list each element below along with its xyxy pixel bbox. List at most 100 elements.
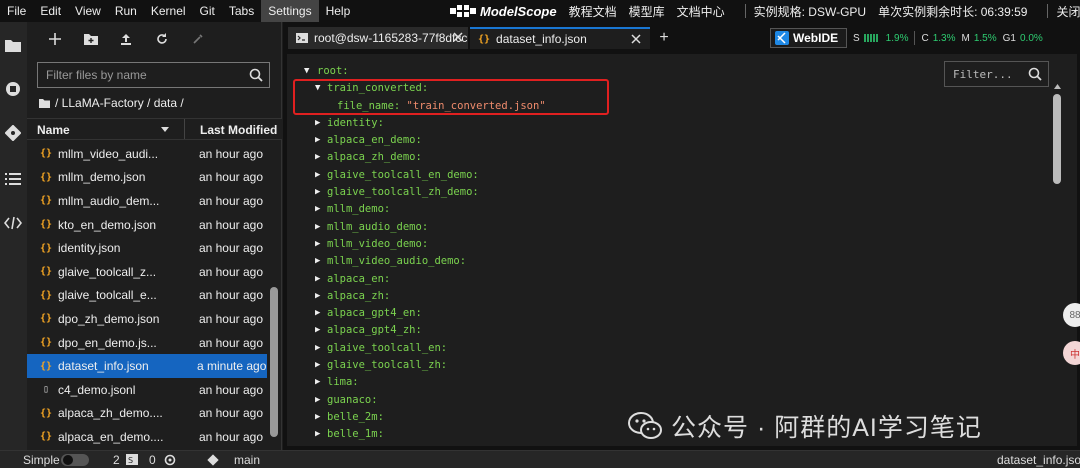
collapse-arrow-icon[interactable]: ▶ — [315, 409, 325, 426]
float-lang-button[interactable]: 中 — [1063, 341, 1080, 365]
running-icon[interactable] — [4, 80, 22, 98]
folder-icon[interactable] — [39, 98, 50, 108]
sort-down-icon[interactable] — [160, 124, 170, 134]
collapse-arrow-icon[interactable]: ▶ — [315, 115, 325, 132]
menu-tabs[interactable]: Tabs — [222, 0, 261, 22]
collapse-arrow-icon[interactable]: ▶ — [315, 253, 325, 270]
modelscope-logo[interactable]: ModelScope — [450, 4, 557, 19]
close-icon[interactable] — [452, 31, 464, 46]
breadcrumb-path[interactable]: / LLaMA-Factory / data / — [55, 96, 184, 110]
collapse-arrow-icon[interactable]: ▶ — [315, 184, 325, 201]
metric-c-value: 1.3% — [932, 32, 956, 44]
upload-icon[interactable] — [117, 30, 135, 48]
file-row[interactable]: {} kto_en_demo.json an hour ago — [27, 213, 267, 237]
file-row[interactable]: {} identity.json an hour ago — [27, 236, 267, 260]
tab-terminal[interactable]: root@dsw-1165283-77f8dfcc — [288, 27, 468, 49]
scroll-up-icon[interactable] — [1054, 83, 1061, 90]
menu-file[interactable]: File — [0, 0, 33, 22]
file-name: kto_en_demo.json — [58, 217, 157, 232]
file-list-scrollbar[interactable] — [270, 142, 278, 442]
file-modified: an hour ago — [198, 217, 263, 232]
git-branch-name[interactable]: main — [234, 453, 260, 467]
tab-dataset-info[interactable]: {} dataset_info.json — [470, 27, 650, 49]
file-filter-input[interactable] — [38, 63, 238, 87]
file-row[interactable]: {} mllm_demo.json an hour ago — [27, 166, 267, 190]
kernel-count[interactable]: 2 — [113, 453, 120, 467]
menu-edit[interactable]: Edit — [33, 0, 68, 22]
json-filter-box — [944, 61, 1049, 87]
collapse-arrow-icon[interactable]: ▶ — [315, 426, 325, 443]
column-modified-header[interactable]: Last Modified — [200, 123, 277, 137]
search-icon[interactable] — [249, 68, 263, 82]
menu-run[interactable]: Run — [108, 0, 144, 22]
file-row[interactable]: {} glaive_toolcall_e... an hour ago — [27, 284, 267, 308]
collapse-arrow-icon[interactable]: ▶ — [315, 392, 325, 409]
terminal-count[interactable]: 0 — [149, 453, 156, 467]
code-icon[interactable] — [4, 214, 22, 232]
refresh-icon[interactable] — [153, 30, 171, 48]
menu-help[interactable]: Help — [319, 0, 358, 22]
new-launcher-icon[interactable] — [46, 30, 64, 48]
collapse-arrow-icon[interactable]: ▶ — [315, 288, 325, 305]
expand-arrow-icon[interactable]: ▼ — [304, 63, 314, 80]
file-row[interactable]: ▯ c4_demo.jsonl an hour ago — [27, 378, 267, 402]
json-key: mllm_audio_demo: — [327, 220, 429, 233]
file-row[interactable]: {} dpo_en_demo.js... an hour ago — [27, 331, 267, 355]
collapse-arrow-icon[interactable]: ▶ — [315, 374, 325, 391]
json-key: glaive_toolcall_en_demo: — [327, 168, 479, 181]
file-row[interactable]: {} dpo_zh_demo.json an hour ago — [27, 307, 267, 331]
file-row[interactable]: {} glaive_toolcall_z... an hour ago — [27, 260, 267, 284]
menu-git[interactable]: Git — [193, 0, 222, 22]
simple-mode-label: Simple — [23, 453, 60, 467]
collapse-arrow-icon[interactable]: ▶ — [315, 149, 325, 166]
json-key: identity: — [327, 116, 384, 129]
webide-button[interactable]: WebIDE — [770, 28, 847, 48]
breadcrumb: / LLaMA-Factory / data / — [39, 96, 184, 110]
file-modified: an hour ago — [198, 170, 263, 185]
link-models[interactable]: 模型库 — [629, 3, 665, 20]
clear-filter-icon[interactable] — [189, 30, 207, 48]
simple-mode-toggle[interactable] — [61, 454, 89, 466]
collapse-arrow-icon[interactable]: ▶ — [315, 236, 325, 253]
json-filter-input[interactable] — [945, 62, 1025, 86]
collapse-arrow-icon[interactable]: ▶ — [315, 132, 325, 149]
file-row[interactable]: {} alpaca_en_demo.... an hour ago — [27, 425, 267, 449]
collapse-arrow-icon[interactable]: ▶ — [315, 201, 325, 218]
collapse-arrow-icon[interactable]: ▶ — [315, 271, 325, 288]
collapse-arrow-icon[interactable]: ▶ — [315, 340, 325, 357]
git-icon[interactable] — [4, 124, 22, 142]
json-scrollbar[interactable] — [1052, 94, 1062, 444]
file-row[interactable]: {} alpaca_zh_demo.... an hour ago — [27, 402, 267, 426]
search-icon[interactable] — [1028, 67, 1042, 81]
json-file-icon: {} — [39, 337, 53, 349]
link-docs[interactable]: 文档中心 — [677, 3, 725, 20]
menu-kernel[interactable]: Kernel — [144, 0, 193, 22]
scrollbar-thumb[interactable] — [270, 287, 278, 437]
file-row[interactable]: {} dataset_info.json a minute ago — [27, 354, 267, 378]
collapse-arrow-icon[interactable]: ▶ — [315, 305, 325, 322]
file-name: dataset_info.json — [58, 359, 149, 374]
menu-view[interactable]: View — [68, 0, 108, 22]
column-name-header[interactable]: Name — [37, 123, 70, 137]
json-icon: {} — [478, 33, 491, 45]
folder-icon[interactable] — [4, 36, 22, 54]
collapse-arrow-icon[interactable]: ▶ — [315, 322, 325, 339]
link-tutorials[interactable]: 教程文档 — [569, 3, 617, 20]
close-icon[interactable] — [630, 33, 642, 45]
toc-icon[interactable] — [4, 170, 22, 188]
file-row[interactable]: {} mllm_video_audi... an hour ago — [27, 142, 267, 166]
menu-settings[interactable]: Settings — [261, 0, 319, 22]
scrollbar-thumb[interactable] — [1053, 94, 1061, 184]
file-row[interactable]: {} mllm_audio_dem... an hour ago — [27, 189, 267, 213]
collapse-arrow-icon[interactable]: ▶ — [315, 357, 325, 374]
file-modified: an hour ago — [198, 241, 263, 256]
close-instance-button[interactable]: 关闭实 — [1056, 3, 1080, 20]
collapse-arrow-icon[interactable]: ▶ — [315, 167, 325, 184]
column-divider[interactable] — [184, 119, 185, 139]
status-filename: dataset_info.json — [997, 453, 1080, 467]
new-folder-icon[interactable] — [82, 30, 100, 48]
add-tab-button[interactable]: + — [653, 27, 675, 49]
logo-text: ModelScope — [480, 3, 557, 19]
float-grid-button[interactable]: 88 — [1063, 303, 1080, 327]
collapse-arrow-icon[interactable]: ▶ — [315, 219, 325, 236]
